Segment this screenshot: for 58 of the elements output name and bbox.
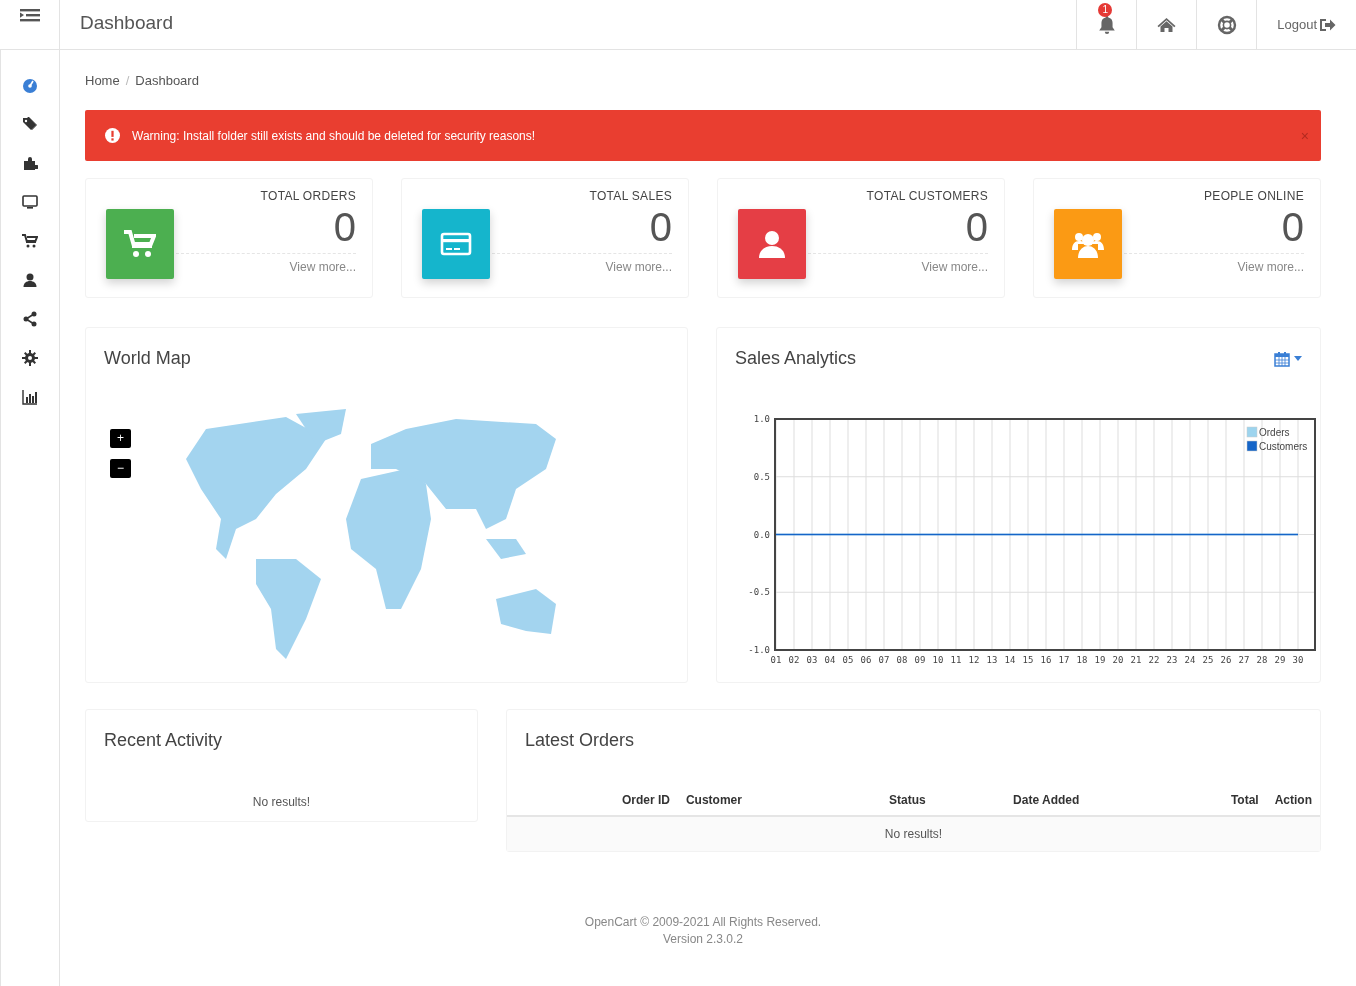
stat-title: TOTAL CUSTOMERS [865, 189, 988, 203]
x-tick-label: 04 [824, 655, 836, 665]
x-tick-label: 19 [1094, 655, 1106, 665]
x-tick-label: 25 [1202, 655, 1214, 665]
x-tick-label: 05 [842, 655, 854, 665]
stat-value: 0 [1281, 204, 1304, 251]
x-tick-label: 16 [1040, 655, 1052, 665]
panel-title: Sales Analytics [735, 348, 857, 369]
x-tick-label: 24 [1184, 655, 1196, 665]
panel-title: Recent Activity [104, 730, 223, 751]
y-tick-label: 1.0 [753, 414, 770, 424]
y-tick-label: -0.5 [748, 587, 770, 598]
x-tick-label: 26 [1220, 655, 1232, 665]
y-tick-label: 0.5 [753, 471, 770, 482]
x-tick-label: 20 [1112, 655, 1124, 665]
breadcrumb-current: Dashboard [135, 72, 199, 88]
x-tick-label: 17 [1058, 655, 1070, 665]
copyright-text: OpenCart © 2009-2021 All Rights Reserved. [584, 914, 822, 931]
stat-title: PEOPLE ONLINE [1203, 189, 1304, 203]
x-tick-label: 07 [878, 655, 890, 665]
x-tick-label: 22 [1148, 655, 1160, 665]
x-tick-label: 30 [1292, 655, 1304, 665]
x-tick-label: 12 [968, 655, 980, 665]
x-tick-label: 13 [986, 655, 998, 665]
y-tick-label: 0.0 [753, 529, 770, 540]
stat-title: TOTAL ORDERS [259, 189, 356, 203]
stat-value: 0 [649, 204, 672, 251]
notification-count: 1 [1098, 3, 1113, 17]
x-tick-label: 23 [1166, 655, 1178, 665]
y-tick-label: -1.0 [748, 645, 770, 655]
legend-label: Customers [1259, 441, 1308, 452]
x-tick-label: 15 [1022, 655, 1034, 665]
x-tick-label: 09 [914, 655, 926, 665]
x-tick-label: 27 [1238, 655, 1250, 665]
panel-title: World Map [104, 348, 191, 369]
x-tick-label: 21 [1130, 655, 1142, 665]
page-title: Dashboard [79, 11, 174, 35]
x-tick-label: 06 [860, 655, 872, 665]
x-tick-label: 01 [770, 655, 782, 665]
stat-title: TOTAL SALES [588, 189, 672, 203]
x-tick-label: 10 [932, 655, 944, 665]
x-tick-label: 02 [788, 655, 800, 665]
x-tick-label: 11 [950, 655, 962, 665]
x-tick-label: 03 [806, 655, 818, 665]
x-tick-label: 29 [1274, 655, 1286, 665]
alert-message: Warning: Install folder still exists and should be deleted for security reasons! [132, 128, 537, 143]
stat-value: 0 [333, 204, 356, 251]
stat-value: 0 [965, 204, 988, 251]
empty-message: No results! [507, 816, 1320, 851]
breadcrumb-separator: / [125, 72, 130, 88]
panel-title: Latest Orders [525, 730, 635, 751]
x-tick-label: 18 [1076, 655, 1088, 665]
x-tick-label: 08 [896, 655, 908, 665]
empty-message: No results! [251, 795, 312, 809]
version-text: Version 2.3.0.2 [662, 931, 744, 948]
x-tick-label: 28 [1256, 655, 1268, 665]
legend-label: Orders [1259, 427, 1290, 438]
x-tick-label: 14 [1004, 655, 1016, 665]
